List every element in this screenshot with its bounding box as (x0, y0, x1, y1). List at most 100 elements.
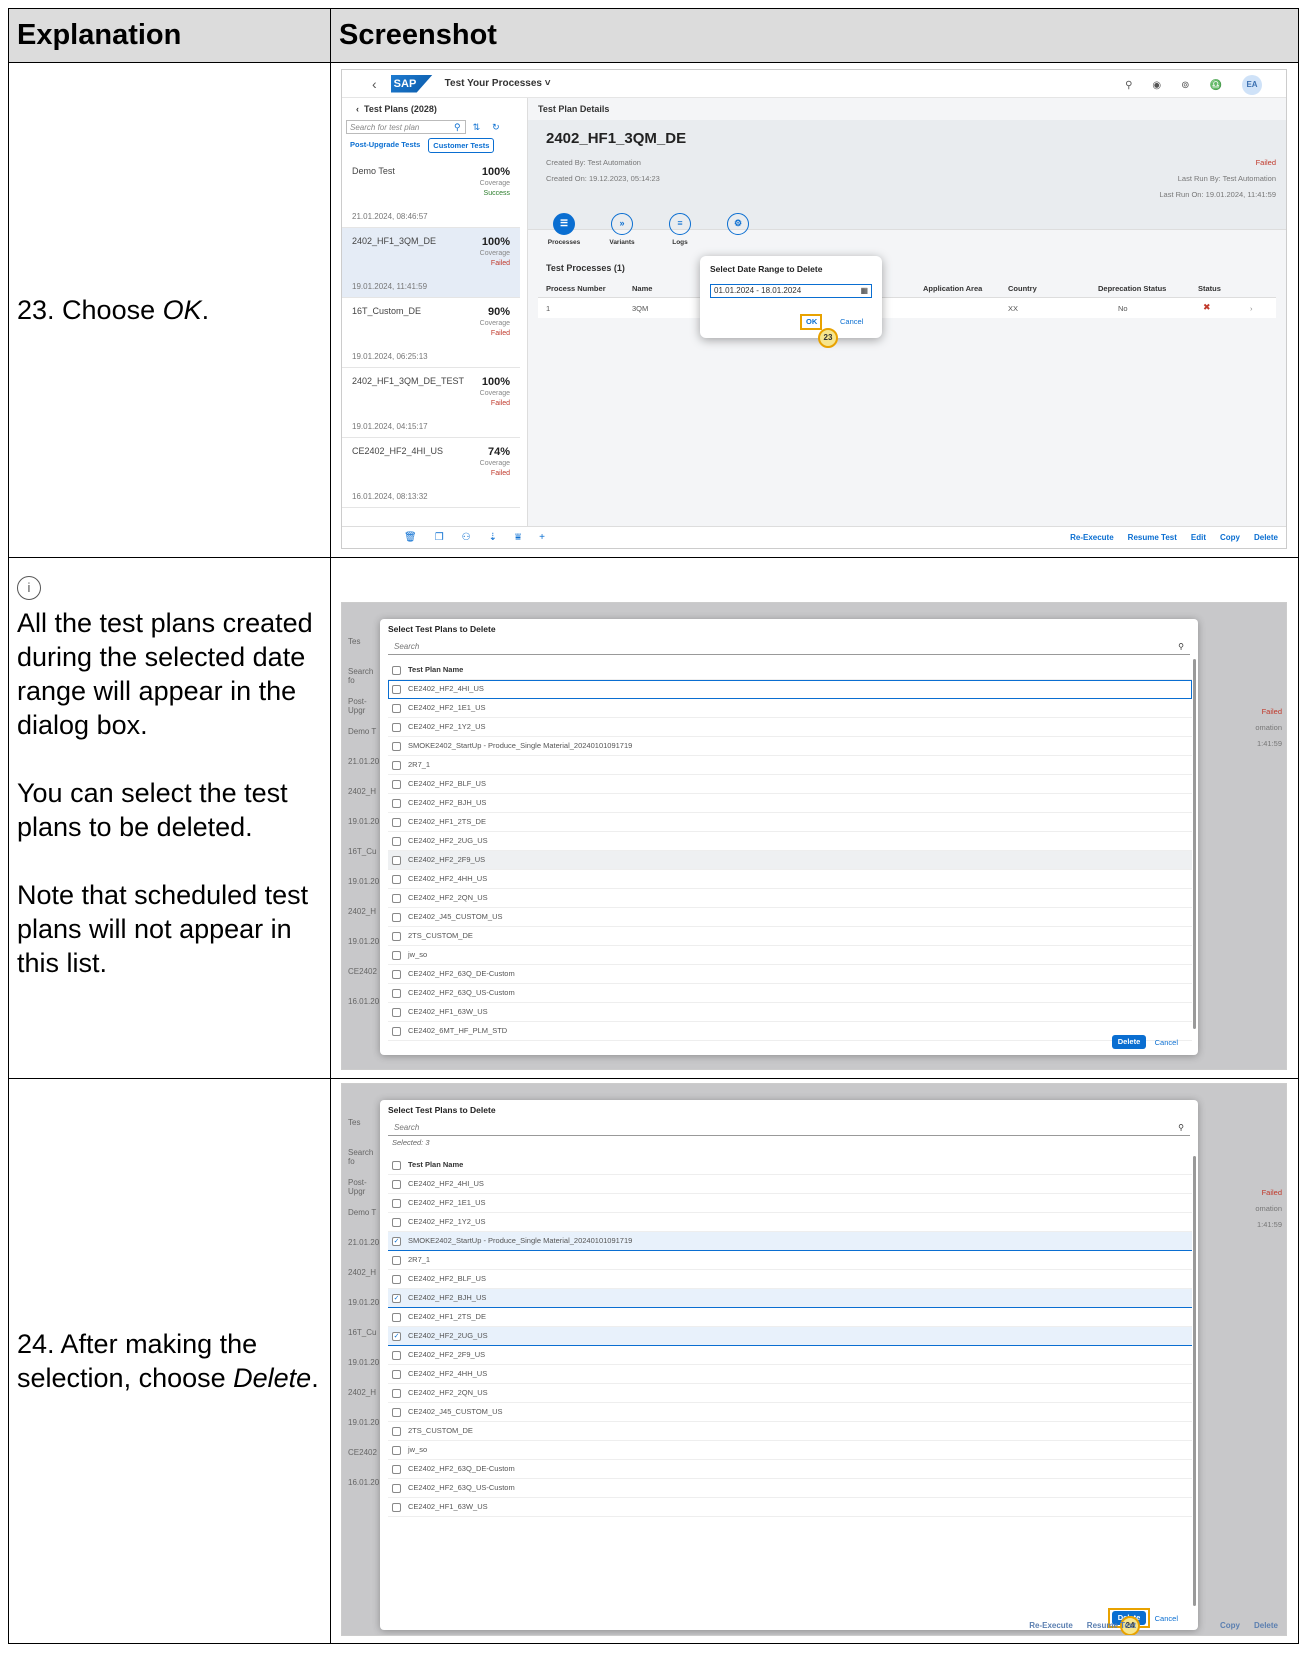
row-checkbox[interactable] (392, 989, 401, 998)
notification-bell-icon[interactable]: ◉ (1152, 80, 1161, 91)
avatar[interactable]: EA (1242, 75, 1262, 95)
plan-row[interactable]: CE2402_HF2_2QN_US (388, 1384, 1192, 1403)
row-checkbox[interactable] (392, 1370, 401, 1379)
row-checkbox[interactable] (392, 1256, 401, 1265)
ok-button[interactable]: OK (806, 317, 817, 326)
row-checkbox[interactable] (392, 1313, 401, 1322)
plan-row[interactable]: ✓ CE2402_HF2_BJH_US (388, 1289, 1192, 1308)
plan-row[interactable]: CE2402_6MT_HF_PLM_STD (388, 1022, 1192, 1041)
list-item-selected[interactable]: 2402_HF1_3QM_DE 100% Coverage Failed 19.… (342, 228, 520, 298)
select-all-checkbox[interactable] (392, 666, 401, 675)
search-icon[interactable]: ⚲ (1178, 639, 1184, 655)
plan-row[interactable]: CE2402_HF1_2TS_DE (388, 1308, 1192, 1327)
row-checkbox[interactable] (392, 799, 401, 808)
sort-icon[interactable]: ⇅ (473, 122, 481, 133)
plan-row[interactable]: 2TS_CUSTOM_DE (388, 1422, 1192, 1441)
plan-row[interactable]: CE2402_HF2_63Q_US-Custom (388, 1479, 1192, 1498)
row-checkbox[interactable] (392, 1008, 401, 1017)
plan-row[interactable]: CE2402_J45_CUSTOM_US (388, 908, 1192, 927)
search-field[interactable]: Search ⚲ (388, 1120, 1190, 1136)
plan-row[interactable]: SMOKE2402_StartUp - Produce_Single Mater… (388, 737, 1192, 756)
row-checkbox[interactable] (392, 951, 401, 960)
help-icon[interactable]: ⊚ (1181, 80, 1189, 91)
plan-row[interactable]: CE2402_HF2_1Y2_US (388, 718, 1192, 737)
scrollbar[interactable] (1193, 659, 1196, 1029)
calendar-icon[interactable]: ▦ (860, 285, 868, 297)
row-checkbox[interactable] (392, 1351, 401, 1360)
plan-row[interactable]: CE2402_HF1_63W_US (388, 1498, 1192, 1517)
row-checkbox[interactable] (392, 970, 401, 979)
sort-icon[interactable]: ⇣ (489, 532, 497, 543)
plan-row[interactable]: CE2402_HF1_2TS_DE (388, 813, 1192, 832)
plan-row[interactable]: CE2402_HF2_BJH_US (388, 794, 1192, 813)
plan-row[interactable]: CE2402_HF2_63Q_US-Custom (388, 984, 1192, 1003)
plan-row[interactable]: jw_so (388, 946, 1192, 965)
plan-row[interactable]: jw_so (388, 1441, 1192, 1460)
row-checkbox[interactable] (392, 894, 401, 903)
list-item[interactable]: Demo Test 100% Coverage Success 21.01.20… (342, 158, 520, 228)
plan-row[interactable]: 2R7_1 (388, 1251, 1192, 1270)
plan-row[interactable]: CE2402_HF2_4HI_US (388, 1175, 1192, 1194)
list-item[interactable]: CE2402_HF2_4HI_US 74% Coverage Failed 16… (342, 438, 520, 508)
row-checkbox[interactable] (392, 704, 401, 713)
delete-button[interactable]: Delete (1112, 1035, 1146, 1049)
list-item[interactable]: 2402_HF1_3QM_DE_TEST 100% Coverage Faile… (342, 368, 520, 438)
plan-row[interactable]: CE2402_HF2_4HH_US (388, 870, 1192, 889)
row-checkbox[interactable] (392, 875, 401, 884)
search-input[interactable]: Search for test plan (346, 120, 466, 134)
re-execute-button[interactable]: Re-Execute (1070, 533, 1114, 542)
plan-row[interactable]: 2R7_1 (388, 756, 1192, 775)
row-checkbox[interactable]: ✓ (392, 1237, 401, 1246)
cancel-button[interactable]: Cancel (840, 317, 863, 326)
tab-other[interactable]: ⚙ (720, 213, 756, 246)
row-checkbox[interactable] (392, 856, 401, 865)
plan-row[interactable]: CE2402_HF2_63Q_DE-Custom (388, 1460, 1192, 1479)
plan-row[interactable]: CE2402_HF2_2F9_US (388, 1346, 1192, 1365)
plan-row[interactable]: ✓ SMOKE2402_StartUp - Produce_Single Mate… (388, 1232, 1192, 1251)
plan-row[interactable]: CE2402_HF2_1Y2_US (388, 1213, 1192, 1232)
chevron-right-icon[interactable]: › (1250, 304, 1253, 313)
delete-icon[interactable]: 🗑 (404, 532, 417, 543)
row-checkbox[interactable] (392, 1446, 401, 1455)
row-checkbox[interactable] (392, 913, 401, 922)
row-checkbox[interactable] (392, 1389, 401, 1398)
search-icon[interactable]: ⚲ (1125, 80, 1132, 91)
plan-row[interactable]: CE2402_HF2_63Q_DE-Custom (388, 965, 1192, 984)
plan-row[interactable]: CE2402_HF2_1E1_US (388, 699, 1192, 718)
row-checkbox[interactable] (392, 1199, 401, 1208)
plan-row[interactable]: CE2402_HF2_4HH_US (388, 1365, 1192, 1384)
select-all-checkbox[interactable] (392, 1161, 401, 1170)
row-checkbox[interactable]: ✓ (392, 1294, 401, 1303)
refresh-icon[interactable]: ↻ (492, 122, 500, 133)
row-checkbox[interactable] (392, 1027, 401, 1036)
table-row[interactable]: 1 3QM XX No ✖ › (538, 298, 1276, 318)
delete-button[interactable]: Delete (1254, 1621, 1278, 1630)
back-icon[interactable]: ‹ (372, 76, 377, 92)
row-checkbox[interactable] (392, 837, 401, 846)
row-checkbox[interactable] (392, 685, 401, 694)
row-checkbox[interactable] (392, 1218, 401, 1227)
row-checkbox[interactable] (392, 742, 401, 751)
edit-button[interactable]: Edit (1191, 533, 1206, 542)
plan-row[interactable]: CE2402_HF2_2F9_US (388, 851, 1192, 870)
re-execute-button[interactable]: Re-Execute (1029, 1621, 1073, 1630)
tab-processes[interactable]: ☰ Processes (546, 213, 582, 246)
plan-row[interactable]: CE2402_HF2_BLF_US (388, 1270, 1192, 1289)
row-checkbox[interactable] (392, 1484, 401, 1493)
plan-row[interactable]: CE2402_HF2_BLF_US (388, 775, 1192, 794)
plan-row[interactable]: CE2402_HF2_2QN_US (388, 889, 1192, 908)
app-title[interactable]: Test Your Processes ˅ (445, 78, 551, 89)
row-checkbox[interactable]: ✓ (392, 1332, 401, 1341)
row-checkbox[interactable] (392, 1503, 401, 1512)
row-checkbox[interactable] (392, 1180, 401, 1189)
filter-icon[interactable]: ⩸ (515, 532, 521, 543)
copy-icon[interactable]: ❐ (435, 532, 444, 543)
seg-customer-tests[interactable]: Customer Tests (428, 138, 495, 153)
row-checkbox[interactable] (392, 1427, 401, 1436)
copy-button[interactable]: Copy (1220, 533, 1240, 542)
row-checkbox[interactable] (392, 1408, 401, 1417)
plan-row[interactable]: CE2402_HF1_63W_US (388, 1003, 1192, 1022)
plan-row[interactable]: ✓ CE2402_HF2_2UG_US (388, 1327, 1192, 1346)
row-checkbox[interactable] (392, 780, 401, 789)
tab-variants[interactable]: » Variants (604, 213, 640, 246)
